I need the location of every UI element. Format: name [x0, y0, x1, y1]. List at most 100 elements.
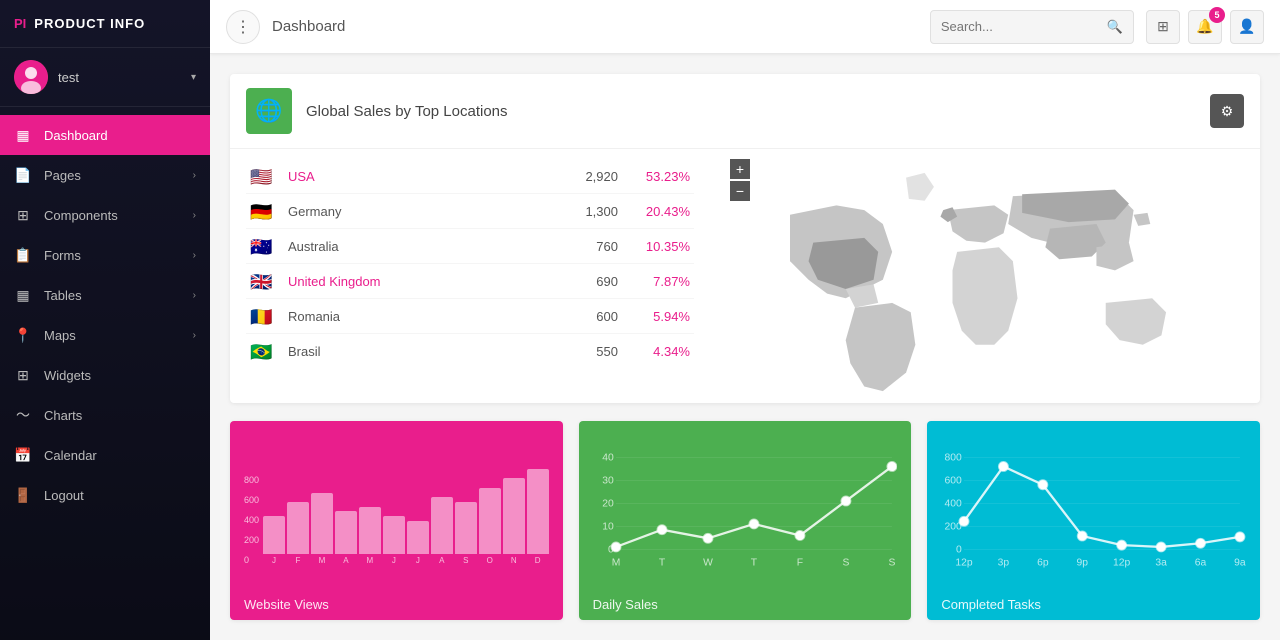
- charts-icon: 〜: [14, 406, 32, 424]
- svg-text:6a: 6a: [1195, 557, 1207, 568]
- bar: [479, 488, 501, 554]
- svg-text:10: 10: [602, 522, 614, 533]
- charts-row: 8006004002000 J F M A M J: [230, 421, 1260, 620]
- sales-value: 1,300: [558, 204, 618, 219]
- user-name: test: [58, 70, 181, 85]
- data-point: [960, 517, 969, 526]
- chevron-right-icon: ›: [193, 170, 196, 181]
- bar-group: A: [431, 497, 453, 565]
- country-flag: 🇺🇸: [250, 167, 276, 185]
- data-point: [1039, 480, 1048, 489]
- grid-view-button[interactable]: ⊞: [1146, 10, 1180, 44]
- bar: [407, 521, 429, 554]
- sidebar-item-dashboard[interactable]: ▦ Dashboard: [0, 115, 210, 155]
- bar-group: O: [479, 488, 501, 565]
- country-flag: 🇩🇪: [250, 202, 276, 220]
- sidebar-item-calendar[interactable]: 📅 Calendar: [0, 435, 210, 475]
- data-point: [703, 534, 712, 543]
- svg-text:W: W: [703, 557, 713, 568]
- notifications-button[interactable]: 🔔 5: [1188, 10, 1222, 44]
- search-input[interactable]: [941, 19, 1101, 34]
- bar-group: N: [503, 478, 525, 565]
- sidebar-item-charts[interactable]: 〜 Charts: [0, 395, 210, 435]
- map-container: + −: [710, 149, 1260, 403]
- data-point: [1236, 532, 1245, 541]
- sidebar-item-tables[interactable]: ▦ Tables ›: [0, 275, 210, 315]
- bar-group: M: [311, 493, 333, 565]
- sidebar-item-forms[interactable]: 📋 Forms ›: [0, 235, 210, 275]
- bar-label: J: [416, 556, 420, 565]
- bar-group: S: [455, 502, 477, 565]
- country-name: Australia: [288, 239, 546, 254]
- chart-title: Website Views: [230, 597, 563, 620]
- maps-icon: 📍: [14, 326, 32, 344]
- svg-text:40: 40: [602, 453, 614, 464]
- sidebar-label-forms: Forms: [44, 248, 181, 263]
- country-name: Germany: [288, 204, 546, 219]
- svg-text:6p: 6p: [1037, 557, 1049, 568]
- bar-group: D: [527, 469, 549, 565]
- chevron-right-icon: ›: [193, 290, 196, 301]
- bar-group: A: [335, 511, 357, 565]
- chart-title: Completed Tasks: [927, 597, 1260, 620]
- table-row: 🇩🇪 Germany 1,300 20.43%: [246, 194, 694, 229]
- svg-text:S: S: [888, 557, 895, 568]
- bar: [527, 469, 549, 554]
- chevron-right-icon: ›: [193, 250, 196, 261]
- menu-button[interactable]: ⋮: [226, 10, 260, 44]
- svg-text:12p: 12p: [1113, 557, 1130, 568]
- card-settings-button[interactable]: ⚙: [1210, 94, 1244, 128]
- sidebar-item-maps[interactable]: 📍 Maps ›: [0, 315, 210, 355]
- world-map: [745, 159, 1225, 403]
- country-name: United Kingdom: [288, 274, 546, 289]
- components-icon: ⊞: [14, 206, 32, 224]
- sidebar-item-logout[interactable]: 🚪 Logout: [0, 475, 210, 515]
- bar-label: N: [511, 556, 517, 565]
- data-point: [1078, 531, 1087, 540]
- bar-label: M: [319, 556, 326, 565]
- brand-title: PRODUCT INFO: [34, 16, 145, 31]
- global-sales-card: 🌐 Global Sales by Top Locations ⚙ 🇺🇸 USA…: [230, 74, 1260, 403]
- bar: [311, 493, 333, 554]
- sales-value: 690: [558, 274, 618, 289]
- pages-icon: 📄: [14, 166, 32, 184]
- chevron-down-icon: ▾: [191, 72, 196, 83]
- bar-group: F: [287, 502, 309, 565]
- sales-value: 760: [558, 239, 618, 254]
- sidebar: PI PRODUCT INFO test ▾ ▦ Dashboard 📄 Pag…: [0, 0, 210, 640]
- sidebar-item-widgets[interactable]: ⊞ Widgets: [0, 355, 210, 395]
- svg-text:M: M: [611, 557, 620, 568]
- svg-text:0: 0: [956, 545, 962, 556]
- country-flag: 🇧🇷: [250, 342, 276, 360]
- y-label: 800: [244, 475, 259, 485]
- bar-group: M: [359, 507, 381, 565]
- card-title: Global Sales by Top Locations: [306, 103, 508, 120]
- data-point: [657, 525, 666, 534]
- main-content: ⋮ Dashboard 🔍 ⊞ 🔔 5 👤 🌐 Global Sales by …: [210, 0, 1280, 640]
- user-profile[interactable]: test ▾: [0, 48, 210, 107]
- line-series: [616, 466, 892, 546]
- chart-title: Daily Sales: [579, 597, 912, 620]
- tables-icon: ▦: [14, 286, 32, 304]
- sidebar-nav: ▦ Dashboard 📄 Pages › ⊞ Components › 📋 F…: [0, 107, 210, 640]
- svg-text:S: S: [842, 557, 849, 568]
- sidebar-label-logout: Logout: [44, 488, 196, 503]
- svg-text:30: 30: [602, 476, 614, 487]
- bar: [431, 497, 453, 554]
- chart-card-daily-sales: 40 30 20 10 0 MTWTFSS Daily Sales: [579, 421, 912, 620]
- bar-group: J: [407, 521, 429, 565]
- table-row: 🇷🇴 Romania 600 5.94%: [246, 299, 694, 334]
- user-menu-button[interactable]: 👤: [1230, 10, 1264, 44]
- data-point: [1117, 541, 1126, 550]
- line-chart-svg: 800 600 400 200 0 12p3p6p9p12p3a6a9a: [941, 435, 1246, 583]
- bar-group: J: [383, 516, 405, 565]
- sidebar-item-components[interactable]: ⊞ Components ›: [0, 195, 210, 235]
- svg-text:9p: 9p: [1077, 557, 1089, 568]
- bar-label: F: [296, 556, 301, 565]
- brand-abbr: PI: [14, 16, 26, 31]
- bar-group: J: [263, 516, 285, 565]
- sidebar-label-widgets: Widgets: [44, 368, 196, 383]
- sales-percent: 4.34%: [630, 344, 690, 359]
- svg-text:9a: 9a: [1235, 557, 1246, 568]
- sidebar-item-pages[interactable]: 📄 Pages ›: [0, 155, 210, 195]
